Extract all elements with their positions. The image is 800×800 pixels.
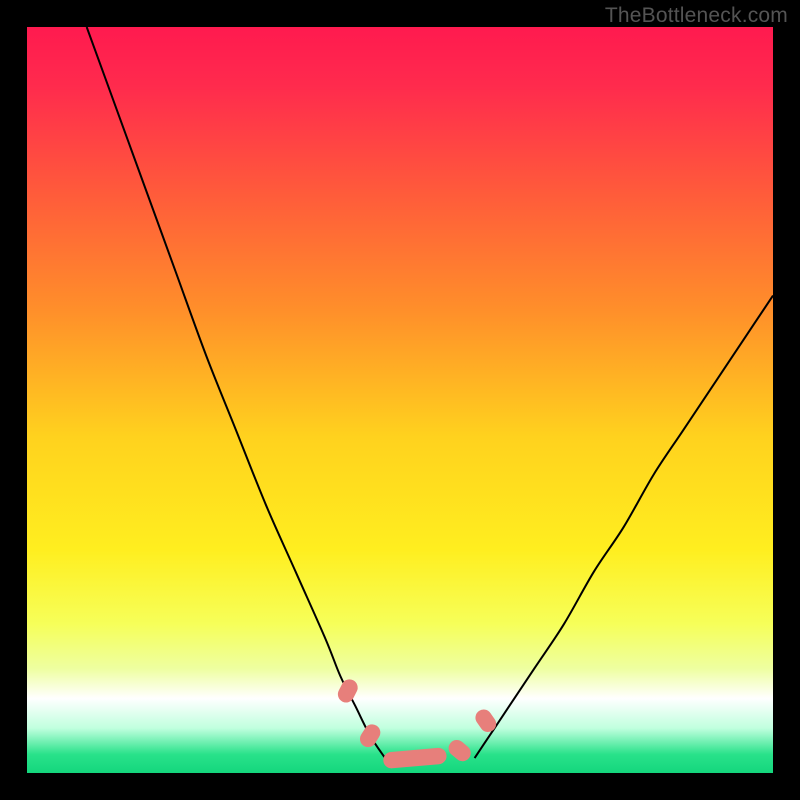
gradient-background [27,27,773,773]
chart-plot-area [27,27,773,773]
chart-frame: TheBottleneck.com [0,0,800,800]
watermark-text: TheBottleneck.com [605,4,788,28]
chart-svg [27,27,773,773]
